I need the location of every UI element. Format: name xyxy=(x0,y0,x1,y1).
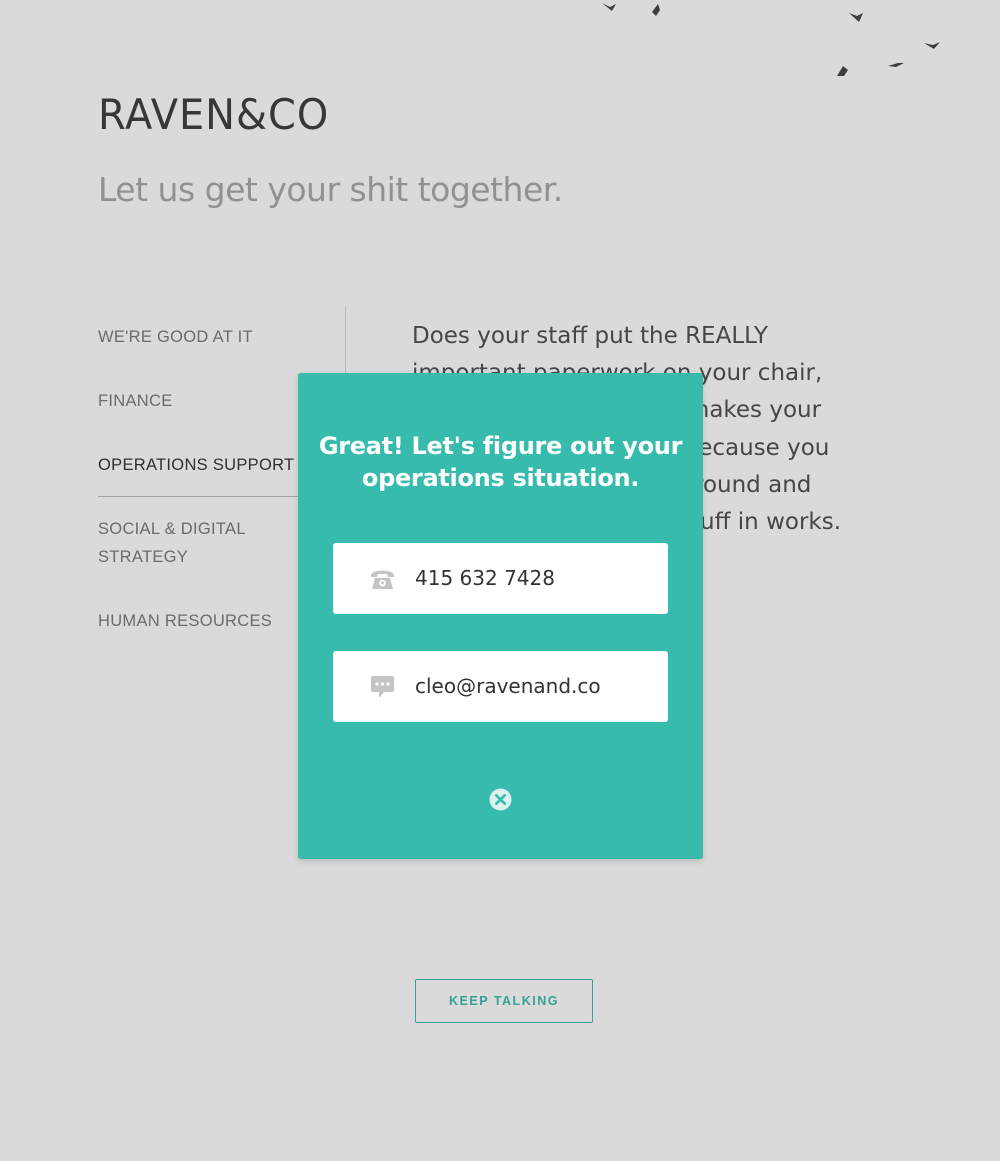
modal-title-line2: operations situation. xyxy=(361,464,640,492)
email-address: cleo@ravenand.co xyxy=(415,674,601,698)
contact-modal: Great! Let's figure out your operations … xyxy=(298,373,703,859)
phone-number: 415 632 7428 xyxy=(415,566,555,590)
phone-icon xyxy=(371,570,394,589)
modal-title: Great! Let's figure out your operations … xyxy=(318,430,683,494)
phone-field[interactable]: 415 632 7428 xyxy=(333,543,668,614)
modal-title-line1: Great! Let's figure out your xyxy=(318,432,683,460)
email-field[interactable]: cleo@ravenand.co xyxy=(333,651,668,722)
close-icon[interactable] xyxy=(488,787,513,812)
chat-icon xyxy=(371,676,394,698)
